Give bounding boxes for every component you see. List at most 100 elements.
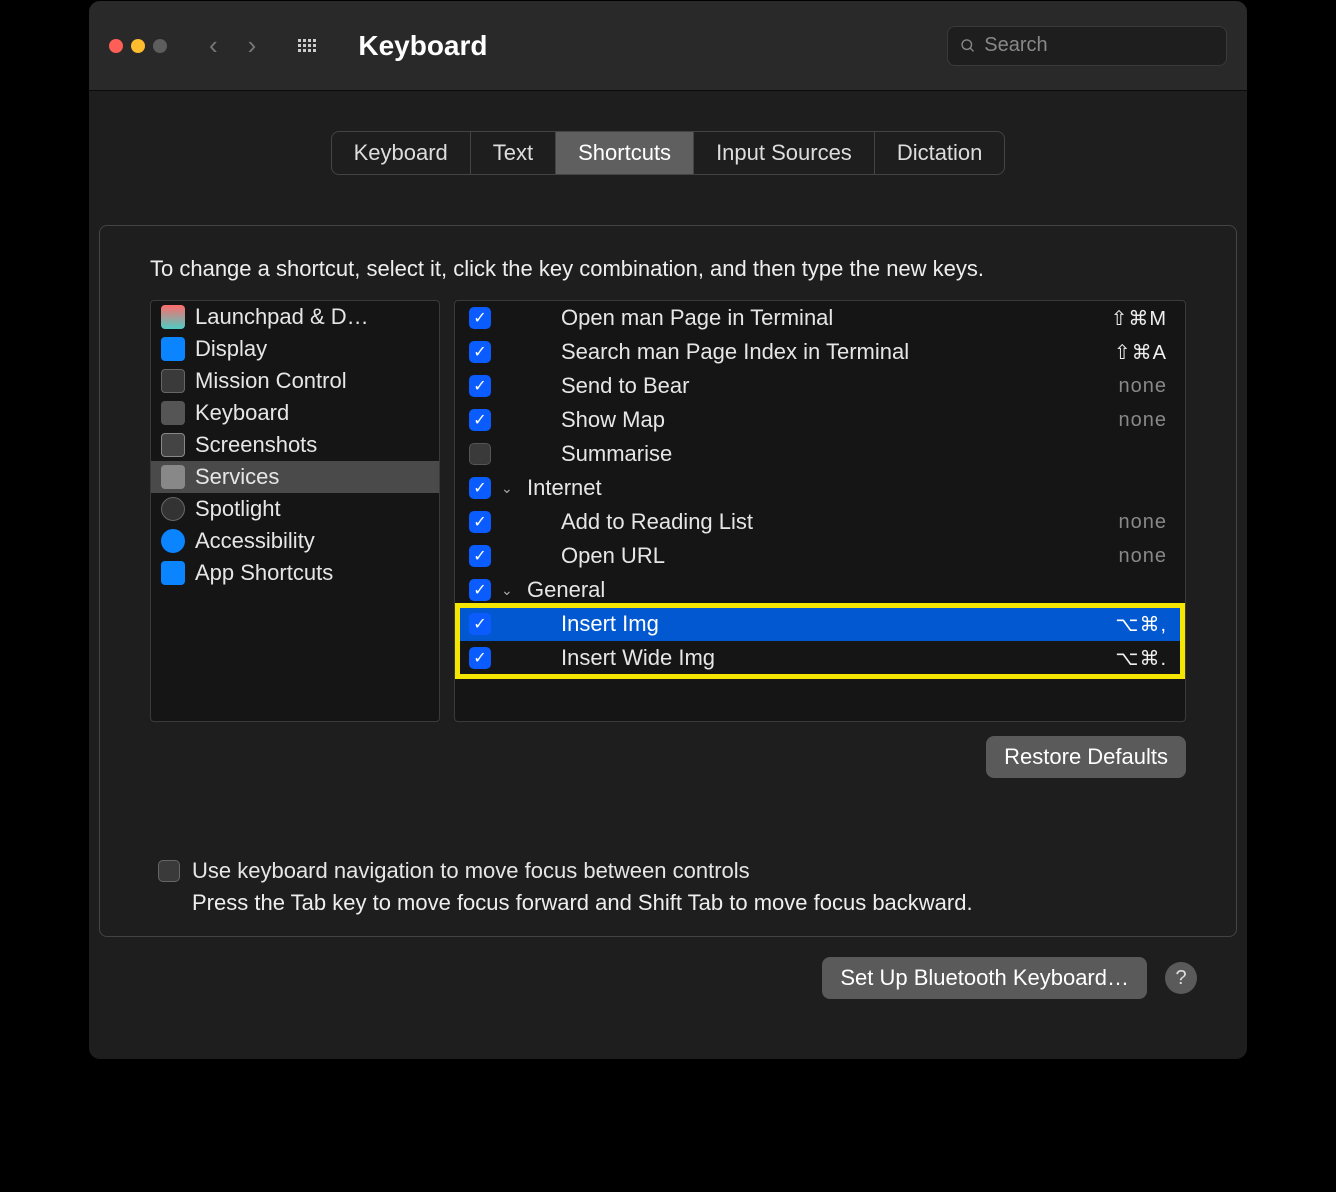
sidebar-item-label: Launchpad & D… bbox=[195, 304, 369, 330]
shortcut-group-row[interactable]: ✓ ⌄ Internet bbox=[455, 471, 1185, 505]
sidebar-item-label: Mission Control bbox=[195, 368, 347, 394]
search-icon bbox=[960, 37, 976, 55]
mission-control-icon bbox=[161, 369, 185, 393]
shortcut-label: Internet bbox=[527, 475, 1167, 501]
app-shortcuts-icon bbox=[161, 561, 185, 585]
shortcuts-panel: To change a shortcut, select it, click t… bbox=[99, 225, 1237, 937]
bluetooth-keyboard-button[interactable]: Set Up Bluetooth Keyboard… bbox=[822, 957, 1147, 999]
shortcut-group-row[interactable]: ✓ ⌄ General bbox=[455, 573, 1185, 607]
shortcut-checkbox[interactable]: ✓ bbox=[469, 341, 491, 363]
restore-defaults-button[interactable]: Restore Defaults bbox=[986, 736, 1186, 778]
sidebar-item-screenshots[interactable]: Screenshots bbox=[151, 429, 439, 461]
shortcut-list[interactable]: ✓ Open man Page in Terminal ⇧⌘M ✓ Search man… bbox=[454, 300, 1186, 722]
sidebar-item-label: Screenshots bbox=[195, 432, 317, 458]
tab-input-sources[interactable]: Input Sources bbox=[694, 132, 875, 174]
shortcut-checkbox[interactable]: ✓ bbox=[469, 613, 491, 635]
shortcut-checkbox[interactable]: ✓ bbox=[469, 409, 491, 431]
category-sidebar[interactable]: Launchpad & D… Display Mission Control Keyb… bbox=[150, 300, 440, 722]
shortcut-checkbox[interactable] bbox=[469, 443, 491, 465]
screenshots-icon bbox=[161, 433, 185, 457]
shortcut-key: none bbox=[1119, 409, 1168, 432]
forward-button[interactable]: › bbox=[248, 30, 257, 61]
shortcut-key: ⌥⌘. bbox=[1115, 646, 1167, 671]
shortcut-row[interactable]: ✓Add to Reading Listnone bbox=[455, 505, 1185, 539]
back-button[interactable]: ‹ bbox=[209, 30, 218, 61]
nav-buttons: ‹ › bbox=[209, 30, 256, 61]
shortcut-row[interactable]: ✓ Open man Page in Terminal ⇧⌘M bbox=[455, 301, 1185, 335]
tab-dictation[interactable]: Dictation bbox=[875, 132, 1005, 174]
sidebar-item-label: Spotlight bbox=[195, 496, 281, 522]
shortcut-checkbox[interactable]: ✓ bbox=[469, 647, 491, 669]
footer: Set Up Bluetooth Keyboard… ? bbox=[89, 957, 1247, 1029]
show-all-icon[interactable] bbox=[298, 39, 316, 52]
shortcut-checkbox[interactable]: ✓ bbox=[469, 477, 491, 499]
shortcut-row[interactable]: ✓ Insert Wide Img ⌥⌘. bbox=[455, 641, 1185, 675]
shortcut-checkbox[interactable]: ✓ bbox=[469, 375, 491, 397]
shortcut-checkbox[interactable]: ✓ bbox=[469, 511, 491, 533]
shortcut-label: Show Map bbox=[561, 407, 1109, 433]
split-view: Launchpad & D… Display Mission Control Keyb… bbox=[150, 300, 1186, 722]
zoom-button[interactable] bbox=[153, 39, 167, 53]
shortcut-row[interactable]: ✓ Show Map none bbox=[455, 403, 1185, 437]
tab-bar: KeyboardTextShortcutsInput SourcesDictat… bbox=[89, 131, 1247, 175]
shortcut-label: Summarise bbox=[561, 441, 1167, 467]
shortcut-checkbox[interactable]: ✓ bbox=[469, 545, 491, 567]
tab-shortcuts[interactable]: Shortcuts bbox=[556, 132, 694, 174]
search-field[interactable] bbox=[947, 26, 1227, 66]
keyboard-icon bbox=[161, 401, 185, 425]
sidebar-item-label: Services bbox=[195, 464, 279, 490]
instruction-text: To change a shortcut, select it, click t… bbox=[150, 256, 1186, 282]
shortcut-label: Open man Page in Terminal bbox=[561, 305, 1101, 331]
shortcut-row[interactable]: Summarise bbox=[455, 437, 1185, 471]
shortcut-key: none bbox=[1119, 511, 1168, 534]
shortcut-key: ⇧⌘A bbox=[1114, 340, 1167, 365]
search-input[interactable] bbox=[984, 34, 1214, 57]
window-controls bbox=[109, 39, 167, 53]
shortcut-label: Send to Bear bbox=[561, 373, 1109, 399]
sidebar-item-services[interactable]: Services bbox=[151, 461, 439, 493]
disclosure-triangle-icon[interactable]: ⌄ bbox=[501, 582, 517, 599]
tab-text[interactable]: Text bbox=[471, 132, 556, 174]
display-icon bbox=[161, 337, 185, 361]
shortcut-label: Insert Wide Img bbox=[561, 645, 1105, 671]
shortcut-label: Insert Img bbox=[561, 611, 1105, 637]
disclosure-triangle-icon[interactable]: ⌄ bbox=[501, 480, 517, 497]
accessibility-icon bbox=[161, 529, 185, 553]
content: KeyboardTextShortcutsInput SourcesDictat… bbox=[89, 91, 1247, 1059]
sidebar-item-label: App Shortcuts bbox=[195, 560, 333, 586]
launchpad-icon bbox=[161, 305, 185, 329]
tab-keyboard[interactable]: Keyboard bbox=[332, 132, 471, 174]
sidebar-item-mission-control[interactable]: Mission Control bbox=[151, 365, 439, 397]
preferences-window: ‹ › Keyboard KeyboardTextShortcutsInput … bbox=[88, 0, 1248, 1060]
sidebar-item-label: Keyboard bbox=[195, 400, 289, 426]
shortcut-label: Search man Page Index in Terminal bbox=[561, 339, 1104, 365]
shortcut-key: ⌥⌘, bbox=[1115, 612, 1167, 637]
keyboard-nav-checkbox[interactable] bbox=[158, 860, 180, 882]
sidebar-item-display[interactable]: Display bbox=[151, 333, 439, 365]
shortcut-label: General bbox=[527, 577, 1167, 603]
shortcut-label: Open URL bbox=[561, 543, 1109, 569]
keyboard-nav-label: Use keyboard navigation to move focus be… bbox=[192, 858, 750, 884]
sidebar-item-launchpad-d-[interactable]: Launchpad & D… bbox=[151, 301, 439, 333]
shortcut-row[interactable]: ✓ Send to Bear none bbox=[455, 369, 1185, 403]
shortcut-row[interactable]: ✓ Open URL none bbox=[455, 539, 1185, 573]
keyboard-nav-section: Use keyboard navigation to move focus be… bbox=[150, 858, 1186, 916]
sidebar-item-accessibility[interactable]: Accessibility bbox=[151, 525, 439, 557]
shortcut-key: ⇧⌘M bbox=[1111, 306, 1167, 331]
spotlight-icon bbox=[161, 497, 185, 521]
sidebar-item-app-shortcuts[interactable]: App Shortcuts bbox=[151, 557, 439, 589]
shortcut-row[interactable]: ✓ Insert Img ⌥⌘, bbox=[455, 607, 1185, 641]
sidebar-item-keyboard[interactable]: Keyboard bbox=[151, 397, 439, 429]
shortcut-checkbox[interactable]: ✓ bbox=[469, 579, 491, 601]
sidebar-item-spotlight[interactable]: Spotlight bbox=[151, 493, 439, 525]
shortcut-checkbox[interactable]: ✓ bbox=[469, 307, 491, 329]
minimize-button[interactable] bbox=[131, 39, 145, 53]
shortcut-key: none bbox=[1119, 545, 1168, 568]
sidebar-item-label: Accessibility bbox=[195, 528, 315, 554]
shortcut-row[interactable]: ✓ Search man Page Index in Terminal ⇧⌘A bbox=[455, 335, 1185, 369]
help-button[interactable]: ? bbox=[1165, 962, 1197, 994]
keyboard-nav-hint: Press the Tab key to move focus forward … bbox=[192, 890, 1178, 916]
close-button[interactable] bbox=[109, 39, 123, 53]
shortcut-key: none bbox=[1119, 375, 1168, 398]
sidebar-item-label: Display bbox=[195, 336, 267, 362]
